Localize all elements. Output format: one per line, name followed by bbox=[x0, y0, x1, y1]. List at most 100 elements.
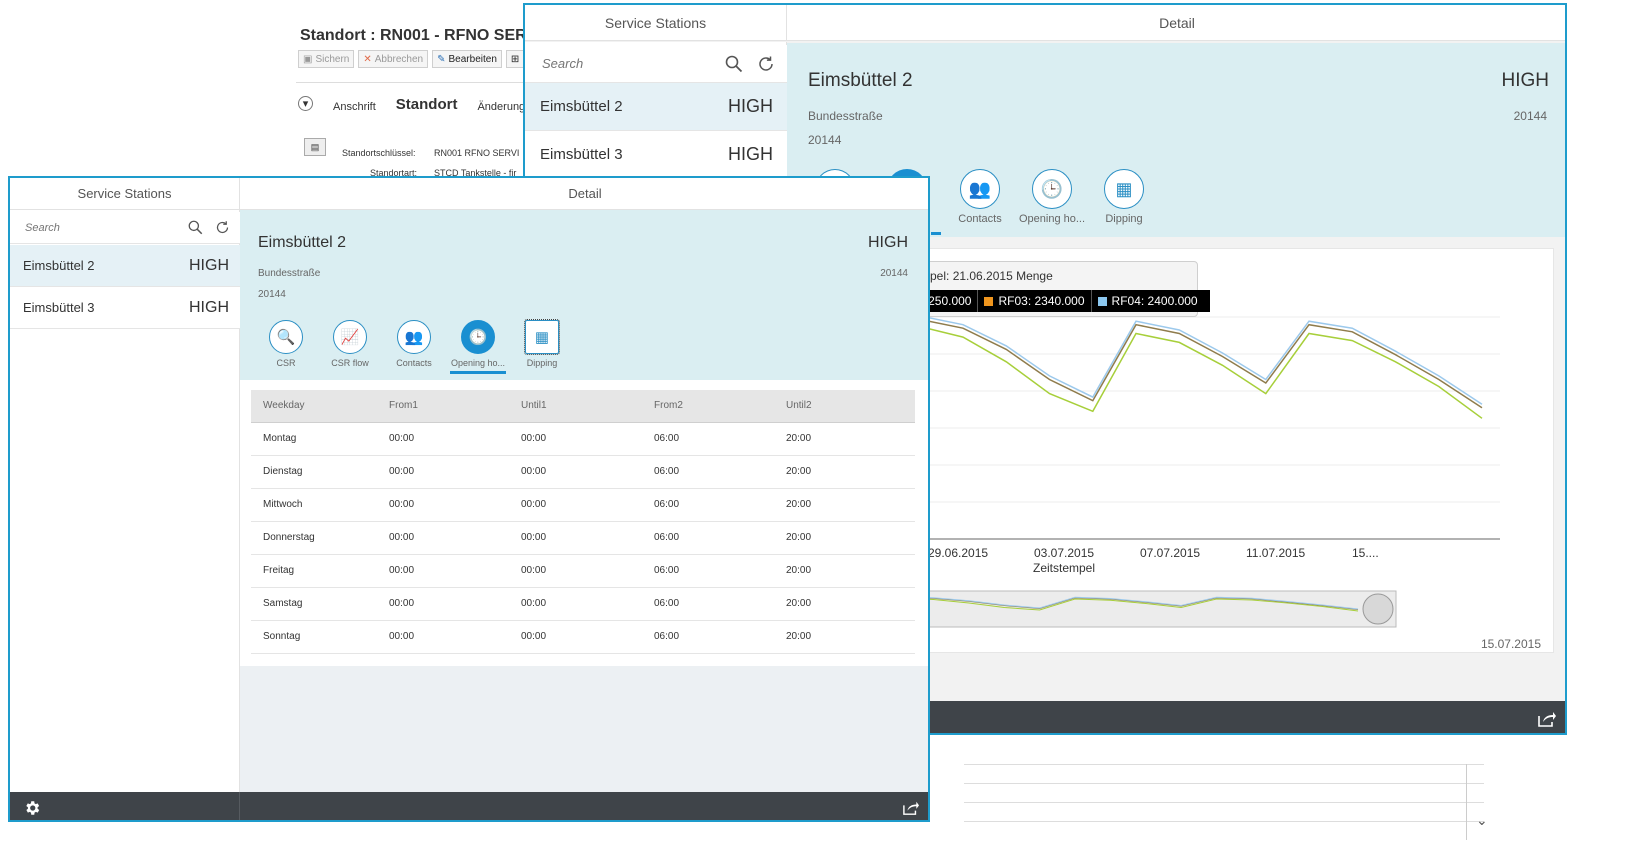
sap-tab-address[interactable]: Anschrift bbox=[333, 101, 376, 113]
icon-tab-bar: 🔍 CSR 📈 CSR flow 👥 Contacts 🕒 Opening ho… bbox=[258, 319, 570, 374]
sap-divider bbox=[296, 82, 546, 83]
sap-tab-toggle-icon[interactable]: ▾ bbox=[298, 96, 313, 111]
contacts-icon: 👥 bbox=[397, 320, 431, 354]
table-cell: 06:00 bbox=[642, 488, 774, 522]
x-tick-label: 07.07.2015 bbox=[1140, 546, 1200, 560]
csr-icon: 🔍 bbox=[269, 320, 303, 354]
table-row[interactable]: Sonntag 00:00 00:00 06:00 20:00 bbox=[251, 620, 915, 654]
active-tab-indicator bbox=[931, 232, 941, 235]
tab-opening-hours[interactable]: 🕒 Opening ho... bbox=[450, 320, 506, 374]
tooltip-entry: RF03: 2340.000 bbox=[977, 290, 1090, 312]
table-cell: 00:00 bbox=[509, 521, 642, 555]
sap-table-icon[interactable]: ▤ bbox=[304, 138, 326, 156]
tab-contacts[interactable]: 👥 Contacts bbox=[951, 169, 1009, 225]
csr-flow-icon: 📈 bbox=[333, 320, 367, 354]
object-header: Eimsbüttel 2 HIGH Bundesstraße 20144 201… bbox=[240, 210, 928, 380]
sap-key-value: RN001 RFNO SERVI bbox=[434, 148, 520, 158]
search-bar bbox=[10, 212, 240, 244]
object-number: HIGH bbox=[868, 234, 908, 251]
table-row[interactable]: Donnerstag 00:00 00:00 06:00 20:00 bbox=[251, 521, 915, 555]
chevron-down-icon[interactable]: ⌄ bbox=[1476, 812, 1488, 829]
tooltip-entry-label: RF03: 2340.000 bbox=[998, 294, 1085, 308]
table-row[interactable]: Montag 00:00 00:00 06:00 20:00 bbox=[251, 422, 915, 456]
table-cell: 00:00 bbox=[377, 620, 509, 654]
share-icon[interactable] bbox=[902, 800, 920, 816]
table-cell: 00:00 bbox=[509, 587, 642, 621]
sap-save-button[interactable]: ▣ Sichern bbox=[298, 50, 355, 68]
table-cell: Freitag bbox=[251, 554, 377, 588]
sap-tabstrip: ▾ Anschrift Standort Änderungsst bbox=[298, 96, 539, 113]
object-zip-right: 20144 bbox=[880, 268, 908, 279]
active-tab-indicator bbox=[450, 371, 506, 374]
object-zip: 20144 bbox=[808, 133, 842, 147]
tab-csr-flow[interactable]: 📈 CSR flow bbox=[322, 320, 378, 374]
list-item-name: Eimsbüttel 2 bbox=[540, 98, 623, 115]
x-axis-label: Zeitstempel bbox=[1033, 561, 1096, 575]
table-cell: 00:00 bbox=[377, 521, 509, 555]
table-cell: 20:00 bbox=[774, 554, 915, 588]
x-tick-label: 03.07.2015 bbox=[1034, 546, 1094, 560]
list-item[interactable]: Eimsbüttel 3 HIGH bbox=[10, 287, 240, 329]
table-cell: 06:00 bbox=[642, 620, 774, 654]
table-cell: 00:00 bbox=[377, 587, 509, 621]
opening-hours-icon: 🕒 bbox=[1032, 169, 1072, 209]
column-header: From2 bbox=[642, 390, 774, 423]
table-row[interactable]: Freitag 00:00 00:00 06:00 20:00 bbox=[251, 554, 915, 588]
search-input[interactable] bbox=[540, 55, 725, 72]
share-icon[interactable] bbox=[1537, 710, 1557, 728]
tooltip-entry: RF04: 2400.000 bbox=[1090, 290, 1204, 312]
dipping-icon: ▦ bbox=[524, 319, 560, 355]
list-item-name: Eimsbüttel 3 bbox=[540, 146, 623, 163]
tab-dipping[interactable]: ▦ Dipping bbox=[1095, 169, 1153, 225]
sap-scrollbar[interactable] bbox=[1466, 764, 1467, 840]
table-row[interactable]: Samstag 00:00 00:00 06:00 20:00 bbox=[251, 587, 915, 621]
search-icon[interactable] bbox=[188, 220, 203, 235]
tab-contacts[interactable]: 👥 Contacts bbox=[386, 320, 442, 374]
list-item-name: Eimsbüttel 3 bbox=[23, 300, 95, 315]
gear-icon[interactable] bbox=[23, 799, 41, 817]
table-cell: 20:00 bbox=[774, 587, 915, 621]
list-item[interactable]: Eimsbüttel 2 HIGH bbox=[525, 83, 787, 131]
sap-extra-button[interactable]: ⊞ bbox=[505, 50, 525, 68]
sap-lower-rows bbox=[964, 764, 1484, 840]
tab-dipping[interactable]: ▦ Dipping bbox=[514, 319, 570, 374]
table-cell: Mittwoch bbox=[251, 488, 377, 522]
opening-hours-table: Weekday From1 Until1 From2 Until2 Montag… bbox=[251, 390, 915, 654]
opening-hours-card: Weekday From1 Until1 From2 Until2 Montag… bbox=[240, 380, 928, 666]
table-cell: Montag bbox=[251, 422, 377, 456]
range-handle[interactable] bbox=[1362, 593, 1394, 625]
save-icon: ▣ bbox=[303, 53, 313, 65]
list-item-status: HIGH bbox=[189, 256, 229, 274]
table-cell: 20:00 bbox=[774, 422, 915, 456]
tab-opening-hours[interactable]: 🕒 Opening ho... bbox=[1019, 169, 1085, 225]
dipping-icon: ▦ bbox=[1104, 169, 1144, 209]
search-icon[interactable] bbox=[725, 55, 743, 73]
object-zip-right: 20144 bbox=[1513, 109, 1547, 123]
master-title: Service Stations bbox=[525, 5, 787, 41]
list-item[interactable]: Eimsbüttel 3 HIGH bbox=[525, 131, 787, 179]
table-row[interactable]: Dienstag 00:00 00:00 06:00 20:00 bbox=[251, 455, 915, 489]
object-title: Eimsbüttel 2 bbox=[808, 70, 913, 91]
x-tick-label: 15.... bbox=[1352, 546, 1379, 560]
table-cell: 00:00 bbox=[509, 488, 642, 522]
object-zip: 20144 bbox=[258, 289, 286, 300]
list-item[interactable]: Eimsbüttel 2 HIGH bbox=[10, 245, 240, 287]
master-title: Service Stations bbox=[10, 178, 240, 210]
table-row[interactable]: Mittwoch 00:00 00:00 06:00 20:00 bbox=[251, 488, 915, 522]
tab-csr[interactable]: 🔍 CSR bbox=[258, 320, 314, 374]
app-footer bbox=[10, 792, 928, 820]
refresh-icon[interactable] bbox=[757, 55, 775, 73]
refresh-icon[interactable] bbox=[215, 220, 230, 235]
list-item-status: HIGH bbox=[728, 96, 773, 116]
sap-cancel-button[interactable]: ✕ Abbrechen bbox=[358, 50, 429, 68]
sap-toolbar: ▣ Sichern ✕ Abbrechen ✎ Bearbeiten ⊞ bbox=[298, 50, 525, 68]
column-header: From1 bbox=[377, 390, 509, 423]
list-item-status: HIGH bbox=[189, 298, 229, 316]
contacts-icon: 👥 bbox=[960, 169, 1000, 209]
object-street: Bundesstraße bbox=[808, 109, 883, 123]
icon-tab-bar: 👥 Contacts 🕒 Opening ho... ▦ Dipping bbox=[951, 169, 1153, 225]
search-input[interactable] bbox=[23, 220, 188, 235]
sap-edit-button[interactable]: ✎ Bearbeiten bbox=[432, 50, 502, 68]
sap-tab-site[interactable]: Standort bbox=[396, 96, 458, 113]
list-item-status: HIGH bbox=[728, 144, 773, 164]
